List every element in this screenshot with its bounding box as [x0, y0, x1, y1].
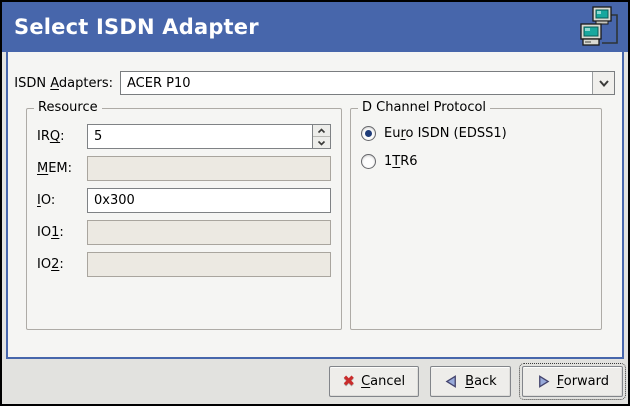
- cancel-button-label: Cancel: [361, 374, 405, 389]
- io-input[interactable]: [87, 188, 331, 213]
- network-computers-icon: [580, 6, 620, 50]
- settings-groups: Resource IRQ:: [26, 108, 602, 330]
- radio-1tr6-label: 1TR6: [384, 154, 418, 169]
- io2-input: [87, 252, 331, 277]
- dchannel-protocol-group: D Channel Protocol Euro ISDN (EDSS1) 1TR…: [350, 108, 602, 330]
- dchannel-group-title: D Channel Protocol: [358, 100, 490, 115]
- radio-euro-isdn-label: Euro ISDN (EDSS1): [384, 126, 507, 141]
- wizard-content-panel: ISDN Adapters: Resource IRQ:: [6, 52, 624, 359]
- arrow-left-icon: [444, 374, 459, 389]
- page-title: Select ISDN Adapter: [14, 15, 259, 39]
- io-label: IO:: [37, 193, 87, 208]
- mem-input: [87, 156, 331, 181]
- resource-group-title: Resource: [34, 100, 102, 115]
- isdn-adapters-label: ISDN Adapters:: [8, 76, 120, 91]
- combobox-dropdown-button[interactable]: [592, 72, 614, 94]
- mem-label: MEM:: [37, 161, 87, 176]
- select-isdn-adapter-dialog: Select ISDN Adapter ISDN Adapters:: [0, 0, 630, 406]
- io1-input: [87, 220, 331, 245]
- dialog-title-bar: Select ISDN Adapter: [2, 2, 628, 52]
- radio-1tr6[interactable]: 1TR6: [361, 154, 601, 169]
- chevron-down-icon: [317, 140, 326, 146]
- spin-up-button[interactable]: [313, 125, 330, 136]
- irq-spinbox: [87, 124, 331, 149]
- isdn-adapters-value[interactable]: [121, 72, 592, 94]
- cancel-button[interactable]: ✖ Cancel: [329, 366, 420, 397]
- resource-group: Resource IRQ:: [26, 108, 342, 330]
- chevron-up-icon: [317, 128, 326, 134]
- mem-row: MEM:: [37, 156, 331, 181]
- back-button-label: Back: [465, 374, 497, 389]
- irq-input[interactable]: [87, 124, 313, 149]
- irq-row: IRQ:: [37, 124, 331, 149]
- radio-button-icon[interactable]: [361, 154, 376, 169]
- isdn-adapters-row: ISDN Adapters:: [8, 71, 622, 95]
- io1-row: IO1:: [37, 220, 331, 245]
- radio-button-icon[interactable]: [361, 126, 376, 141]
- irq-spin-buttons: [313, 124, 331, 149]
- irq-label: IRQ:: [37, 129, 87, 144]
- radio-euro-isdn[interactable]: Euro ISDN (EDSS1): [361, 126, 601, 141]
- chevron-down-icon: [598, 79, 610, 88]
- spin-down-button[interactable]: [313, 136, 330, 148]
- forward-button-label: Forward: [557, 374, 609, 389]
- back-button[interactable]: Back: [430, 366, 511, 397]
- cancel-x-icon: ✖: [343, 374, 356, 389]
- arrow-right-icon: [536, 374, 551, 389]
- io2-label: IO2:: [37, 257, 87, 272]
- io-row: IO:: [37, 188, 331, 213]
- forward-button[interactable]: Forward: [522, 366, 623, 397]
- io2-row: IO2:: [37, 252, 331, 277]
- io1-label: IO1:: [37, 225, 87, 240]
- isdn-adapters-combobox[interactable]: [120, 71, 615, 95]
- dialog-button-bar: ✖ Cancel Back Forward: [2, 359, 628, 404]
